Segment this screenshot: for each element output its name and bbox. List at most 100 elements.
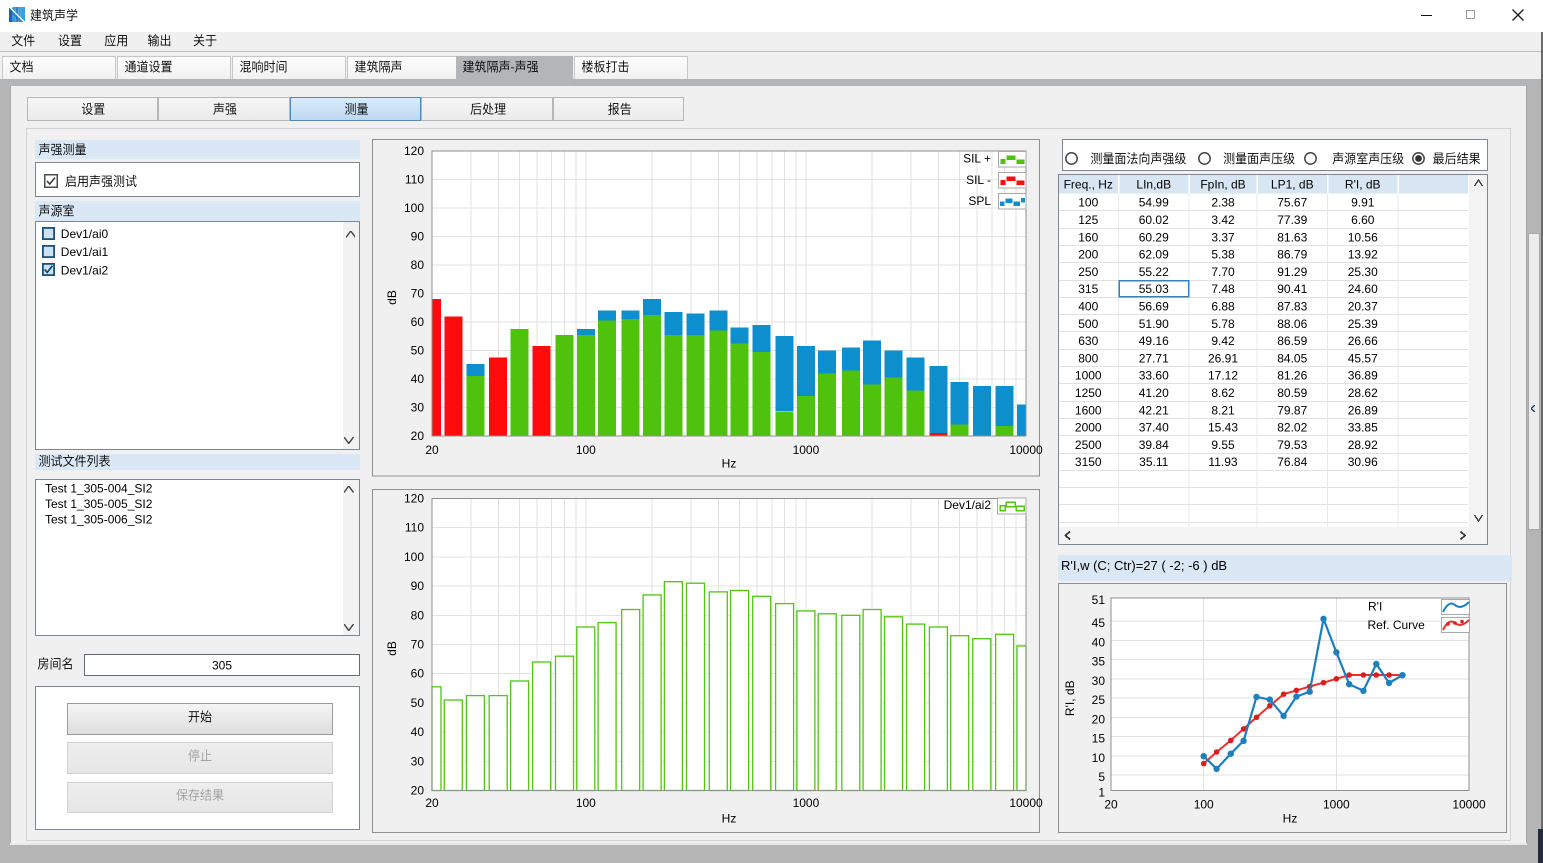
svg-text:10.56: 10.56 xyxy=(1348,230,1378,244)
svg-text:30.96: 30.96 xyxy=(1348,455,1378,469)
svg-text:55.22: 55.22 xyxy=(1139,264,1169,278)
svg-text:dB: dB xyxy=(385,641,399,656)
svg-text:76.84: 76.84 xyxy=(1277,455,1307,469)
svg-text:49.16: 49.16 xyxy=(1139,334,1169,348)
svg-text:1600: 1600 xyxy=(1075,403,1102,417)
svg-text:630: 630 xyxy=(1078,334,1098,348)
svg-text:30: 30 xyxy=(1092,674,1106,688)
svg-text:Hz: Hz xyxy=(1283,812,1298,826)
svg-text:20: 20 xyxy=(1104,798,1118,812)
svg-text:5: 5 xyxy=(1098,770,1105,784)
svg-text:81.26: 81.26 xyxy=(1277,368,1307,382)
svg-text:91.29: 91.29 xyxy=(1277,264,1307,278)
svg-text:SPL: SPL xyxy=(968,194,991,208)
svg-text:7.70: 7.70 xyxy=(1211,264,1235,278)
svg-text:120: 120 xyxy=(404,491,424,505)
svg-text:10: 10 xyxy=(1092,751,1106,765)
svg-text:28.62: 28.62 xyxy=(1348,386,1378,400)
svg-text:81.63: 81.63 xyxy=(1277,230,1307,244)
svg-text:SIL +: SIL + xyxy=(963,152,991,166)
svg-text:100: 100 xyxy=(576,443,596,457)
svg-text:60.29: 60.29 xyxy=(1139,230,1169,244)
svg-text:33.60: 33.60 xyxy=(1139,368,1169,382)
svg-text:79.87: 79.87 xyxy=(1277,403,1307,417)
svg-text:1000: 1000 xyxy=(793,443,820,457)
svg-text:100: 100 xyxy=(404,201,424,215)
svg-text:80: 80 xyxy=(411,608,425,622)
svg-text:9.42: 9.42 xyxy=(1211,334,1235,348)
svg-text:SIL -: SIL - xyxy=(966,173,991,187)
svg-text:10000: 10000 xyxy=(1009,796,1043,810)
svg-text:3150: 3150 xyxy=(1075,455,1102,469)
svg-text:56.69: 56.69 xyxy=(1139,299,1169,313)
svg-text:37.40: 37.40 xyxy=(1139,420,1169,434)
svg-text:R'I, dB: R'I, dB xyxy=(1345,177,1381,191)
svg-text:50: 50 xyxy=(411,344,425,358)
svg-text:20: 20 xyxy=(425,796,439,810)
svg-text:55.03: 55.03 xyxy=(1139,282,1169,296)
svg-text:10000: 10000 xyxy=(1452,798,1486,812)
svg-text:8.62: 8.62 xyxy=(1211,386,1235,400)
svg-text:3.42: 3.42 xyxy=(1211,213,1235,227)
svg-text:75.67: 75.67 xyxy=(1277,195,1307,209)
svg-text:87.83: 87.83 xyxy=(1277,299,1307,313)
svg-text:5.38: 5.38 xyxy=(1211,247,1235,261)
svg-text:86.79: 86.79 xyxy=(1277,247,1307,261)
svg-text:45.57: 45.57 xyxy=(1348,351,1378,365)
svg-text:2.38: 2.38 xyxy=(1211,195,1235,209)
svg-text:45: 45 xyxy=(1092,616,1106,630)
svg-text:60: 60 xyxy=(411,666,425,680)
svg-text:25.39: 25.39 xyxy=(1348,316,1378,330)
svg-text:1000: 1000 xyxy=(1075,368,1102,382)
svg-text:7.48: 7.48 xyxy=(1211,282,1235,296)
svg-text:35.11: 35.11 xyxy=(1139,455,1168,469)
svg-text:20: 20 xyxy=(411,429,425,443)
svg-text:250: 250 xyxy=(1078,264,1098,278)
svg-text:400: 400 xyxy=(1078,299,1098,313)
svg-text:13.92: 13.92 xyxy=(1348,247,1378,261)
svg-text:42.21: 42.21 xyxy=(1139,403,1169,417)
svg-text:Dev1/ai2: Dev1/ai2 xyxy=(944,498,992,512)
svg-text:100: 100 xyxy=(1194,798,1214,812)
svg-text:6.88: 6.88 xyxy=(1211,299,1235,313)
svg-text:26.66: 26.66 xyxy=(1348,334,1378,348)
svg-text:R'I, dB: R'I, dB xyxy=(1063,680,1077,716)
svg-text:160: 160 xyxy=(1078,230,1098,244)
svg-text:LIn,dB: LIn,dB xyxy=(1136,177,1171,191)
svg-text:20.37: 20.37 xyxy=(1348,299,1378,313)
svg-text:51: 51 xyxy=(1092,593,1106,607)
svg-text:5.78: 5.78 xyxy=(1211,316,1235,330)
svg-text:2000: 2000 xyxy=(1075,420,1102,434)
svg-text:dB: dB xyxy=(385,290,399,305)
svg-text:9.55: 9.55 xyxy=(1211,437,1235,451)
svg-text:Freq., Hz: Freq., Hz xyxy=(1064,177,1113,191)
svg-text:1250: 1250 xyxy=(1075,386,1102,400)
svg-text:120: 120 xyxy=(404,144,424,158)
svg-text:9.91: 9.91 xyxy=(1351,195,1375,209)
svg-text:Hz: Hz xyxy=(722,811,737,825)
svg-text:40: 40 xyxy=(411,725,425,739)
svg-text:26.89: 26.89 xyxy=(1348,403,1378,417)
svg-text:20: 20 xyxy=(1092,712,1106,726)
svg-text:15: 15 xyxy=(1092,732,1106,746)
svg-text:11.93: 11.93 xyxy=(1208,455,1237,469)
svg-text:80.59: 80.59 xyxy=(1277,386,1307,400)
svg-text:82.02: 82.02 xyxy=(1277,420,1307,434)
svg-text:Hz: Hz xyxy=(722,457,737,471)
svg-text:84.05: 84.05 xyxy=(1277,351,1307,365)
svg-text:110: 110 xyxy=(405,173,424,187)
svg-text:36.89: 36.89 xyxy=(1348,368,1378,382)
svg-text:110: 110 xyxy=(405,520,424,534)
svg-text:50: 50 xyxy=(411,695,425,709)
svg-text:77.39: 77.39 xyxy=(1277,213,1307,227)
svg-text:17.12: 17.12 xyxy=(1208,368,1238,382)
svg-text:40: 40 xyxy=(411,372,425,386)
svg-text:90: 90 xyxy=(411,579,425,593)
svg-text:33.85: 33.85 xyxy=(1348,420,1378,434)
svg-text:10000: 10000 xyxy=(1009,443,1043,457)
svg-text:8.21: 8.21 xyxy=(1211,403,1235,417)
svg-text:70: 70 xyxy=(411,287,425,301)
svg-text:1000: 1000 xyxy=(1323,798,1350,812)
svg-text:6.60: 6.60 xyxy=(1351,213,1375,227)
svg-text:3.37: 3.37 xyxy=(1211,230,1235,244)
